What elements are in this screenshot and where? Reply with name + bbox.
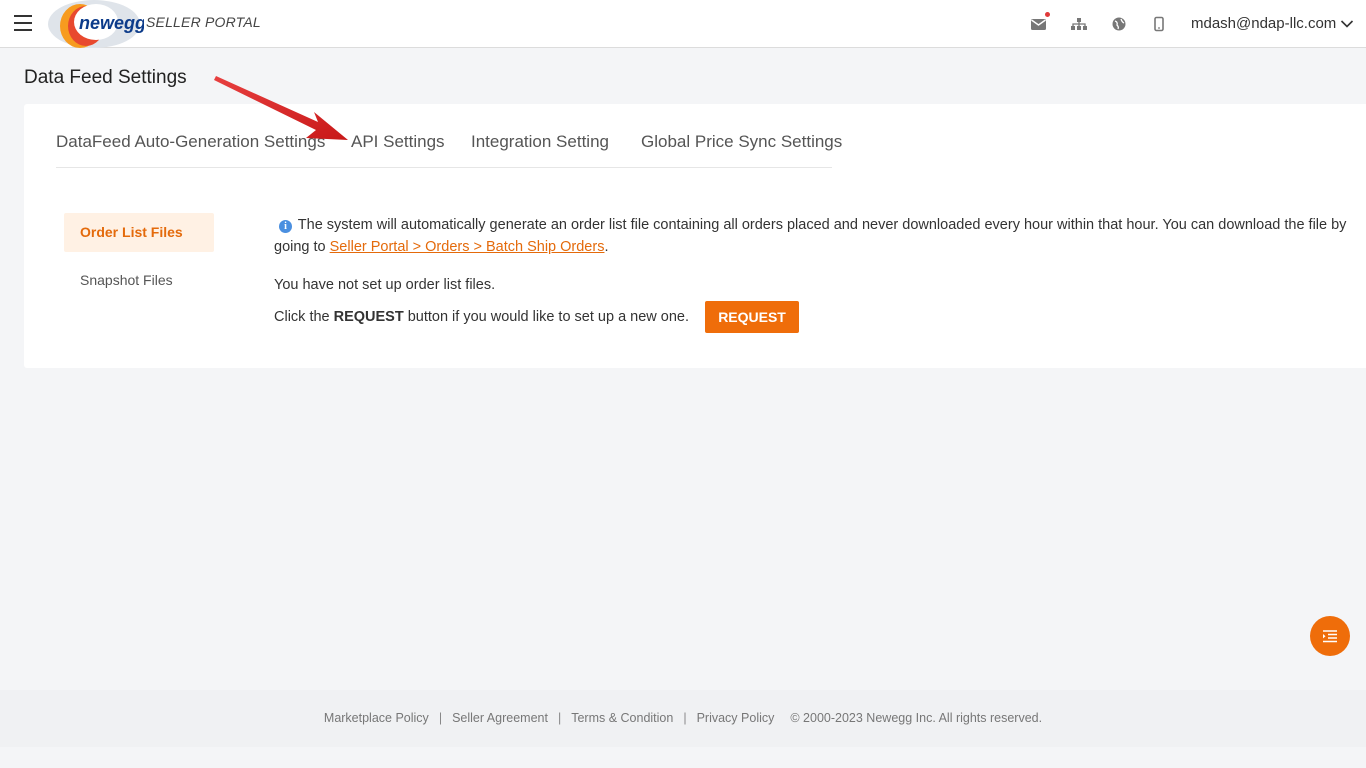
mail-icon[interactable]: [1030, 12, 1050, 34]
batch-ship-orders-link[interactable]: Seller Portal > Orders > Batch Ship Orde…: [330, 239, 605, 255]
list-icon: [1323, 630, 1337, 643]
notification-dot: [1045, 12, 1050, 17]
tab-api-settings[interactable]: API Settings: [351, 132, 445, 152]
user-email[interactable]: mdash@ndap-llc.com: [1191, 15, 1336, 32]
footer-separator: |: [683, 711, 687, 725]
request-text-suffix: button if you would like to set up a new…: [407, 309, 690, 325]
info-message: i The system will automatically generate…: [274, 214, 1366, 236]
footer-separator: |: [438, 711, 443, 725]
info-text-1: The system will automatically generate a…: [297, 217, 1347, 233]
side-item-order-list-files[interactable]: Order List Files: [64, 213, 214, 252]
tab-datafeed-auto-generation[interactable]: DataFeed Auto-Generation Settings: [56, 132, 325, 152]
request-text-bold: REQUEST: [333, 309, 404, 325]
footer: Marketplace Policy | Seller Agreement | Term…: [0, 690, 1366, 747]
side-menu: Order List Files Snapshot Files: [64, 213, 214, 309]
newegg-logo-mark: newegg: [48, 0, 144, 48]
order-list-content: i The system will automatically generate…: [274, 214, 1366, 333]
newegg-logo[interactable]: newegg SELLER PORTAL: [44, 0, 264, 48]
info-text-2-prefix: going to: [274, 239, 330, 255]
svg-text:newegg: newegg: [79, 13, 144, 33]
footer-link-privacy-policy[interactable]: Privacy Policy: [697, 711, 775, 725]
info-message-line-2: going to Seller Portal > Orders > Batch …: [274, 236, 1366, 258]
sitemap-icon[interactable]: [1070, 14, 1090, 34]
no-files-notice: You have not set up order list files.: [274, 277, 496, 293]
footer-link-seller-agreement[interactable]: Seller Agreement: [452, 711, 548, 725]
settings-card: DataFeed Auto-Generation Settings API Se…: [24, 104, 1366, 368]
info-text-2-suffix: .: [604, 239, 609, 255]
mobile-icon[interactable]: [1150, 14, 1170, 34]
tab-integration-setting[interactable]: Integration Setting: [471, 132, 609, 152]
seller-portal-label: SELLER PORTAL: [146, 14, 261, 30]
request-text-prefix: Click the: [274, 309, 330, 325]
tab-global-price-sync[interactable]: Global Price Sync Settings: [641, 132, 842, 152]
globe-icon[interactable]: [1110, 14, 1130, 34]
footer-copyright: © 2000-2023 Newegg Inc. All rights reser…: [790, 711, 1043, 725]
info-icon: i: [279, 220, 292, 233]
settings-tabs: DataFeed Auto-Generation Settings API Se…: [56, 132, 842, 168]
footer-separator: |: [557, 711, 562, 725]
chevron-down-icon[interactable]: [1340, 17, 1354, 31]
request-button[interactable]: REQUEST: [705, 301, 800, 333]
page-title: Data Feed Settings: [24, 67, 187, 88]
side-item-snapshot-files[interactable]: Snapshot Files: [64, 261, 214, 300]
floating-menu-button[interactable]: [1310, 616, 1350, 656]
footer-link-terms[interactable]: Terms & Condition: [571, 711, 673, 725]
request-row: Click the REQUEST button if you would li…: [274, 301, 1366, 333]
footer-link-marketplace-policy[interactable]: Marketplace Policy: [324, 711, 429, 725]
menu-icon[interactable]: [14, 15, 32, 31]
top-header: newegg SELLER PORTAL mdash@ndap-llc.com: [0, 0, 1366, 48]
